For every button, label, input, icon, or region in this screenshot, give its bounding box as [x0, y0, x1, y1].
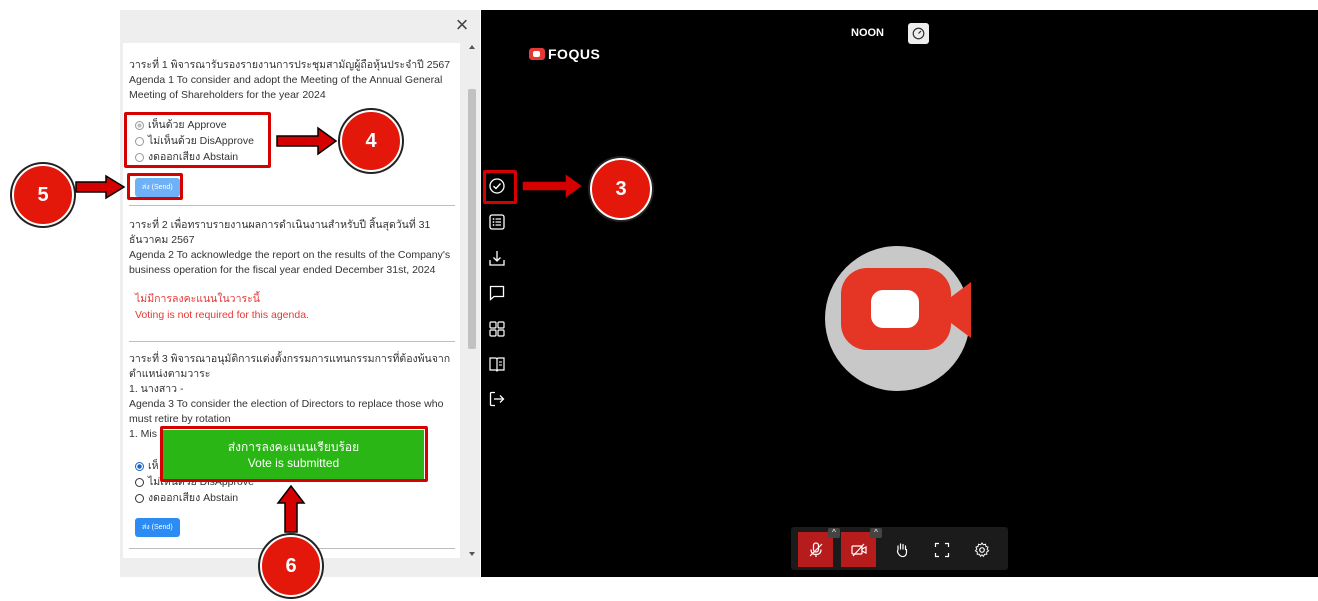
step-badge-6: 6	[260, 535, 322, 597]
arrow-5	[75, 174, 126, 200]
step-badge-4: 4	[340, 110, 402, 172]
step-badge-3: 3	[590, 158, 652, 220]
screen: × วาระที่ 1 พิจารณารับรองรายงานการประชุม…	[0, 0, 1318, 601]
annotation-arrows	[75, 126, 585, 533]
arrow-4	[276, 126, 338, 156]
step-badge-5: 5	[12, 164, 74, 226]
arrow-3	[521, 171, 585, 201]
arrow-6	[276, 484, 306, 533]
